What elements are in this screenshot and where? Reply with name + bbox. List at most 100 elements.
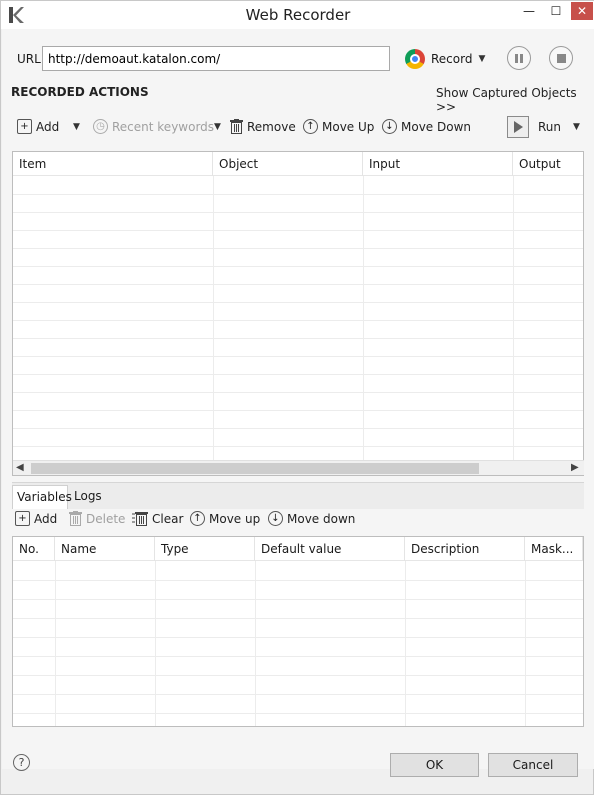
move-variable-down-button[interactable]: ↓ Move down (268, 511, 355, 526)
show-captured-objects-link[interactable]: Show Captured Objects >> (436, 86, 593, 114)
recent-keywords-button[interactable]: ◷ Recent keywords (93, 119, 214, 134)
remove-button[interactable]: Remove (230, 119, 296, 134)
table-row (13, 656, 583, 657)
clear-variables-button[interactable]: Clear (132, 511, 183, 526)
record-dropdown-icon[interactable]: ▼ (478, 54, 485, 64)
table-row (13, 266, 583, 267)
add-variable-label: Add (34, 511, 58, 526)
play-icon (507, 116, 529, 138)
column-header-no[interactable]: No. (13, 537, 55, 561)
move-variable-down-label: Move down (287, 511, 356, 526)
column-header-item[interactable]: Item (13, 152, 213, 176)
table-row (13, 713, 583, 714)
close-button[interactable]: ✕ (571, 2, 593, 20)
run-button[interactable]: Run (507, 116, 561, 138)
table-row (13, 302, 583, 303)
run-dropdown-icon[interactable]: ▼ (573, 122, 580, 132)
table-row (13, 248, 583, 249)
column-divider (155, 561, 156, 726)
table-header: Item Object Input Output (13, 152, 583, 176)
minimize-button[interactable]: — (517, 3, 541, 19)
recent-keywords-label: Recent keywords (112, 119, 215, 134)
add-action-button[interactable]: + Add (17, 119, 59, 134)
plus-icon: + (17, 119, 32, 134)
column-header-output[interactable]: Output (513, 152, 583, 176)
pause-button[interactable] (507, 46, 531, 70)
maximize-button[interactable]: ☐ (544, 3, 568, 19)
trash-icon (69, 511, 82, 526)
move-down-label: Move Down (401, 119, 471, 134)
title-bar: Web Recorder — ☐ ✕ (1, 1, 594, 29)
pause-icon (515, 53, 523, 63)
column-header-description[interactable]: Description (405, 537, 525, 561)
move-variable-up-label: Move up (209, 511, 261, 526)
scroll-right-icon[interactable]: ▶ (571, 462, 579, 473)
scrollbar-thumb[interactable] (31, 463, 479, 474)
table-row (13, 392, 583, 393)
table-row (13, 374, 583, 375)
stop-button[interactable] (549, 46, 573, 70)
chrome-browser-icon (405, 49, 425, 69)
recorded-actions-title: RECORDED ACTIONS (11, 85, 149, 99)
move-up-button[interactable]: ↑ Move Up (303, 119, 374, 134)
ok-button[interactable]: OK (390, 753, 479, 777)
table-row (13, 599, 583, 600)
help-button[interactable]: ? (13, 754, 30, 771)
table-row (13, 212, 583, 213)
remove-label: Remove (247, 119, 296, 134)
table-row (13, 637, 583, 638)
recent-keywords-dropdown-icon[interactable]: ▼ (214, 122, 221, 132)
plus-icon: + (15, 511, 30, 526)
trash-icon (230, 119, 243, 134)
column-header-default-value[interactable]: Default value (255, 537, 405, 561)
table-row (13, 356, 583, 357)
table-row (13, 446, 583, 447)
column-divider (255, 561, 256, 726)
table-row (13, 675, 583, 676)
variables-table[interactable]: No. Name Type Default value Description … (12, 536, 584, 727)
tab-logs[interactable]: Logs (70, 485, 106, 509)
tab-variables[interactable]: Variables (12, 485, 72, 509)
table-row (13, 284, 583, 285)
web-recorder-window: Web Recorder — ☐ ✕ URL Record ▼ RECORDED… (0, 0, 594, 795)
table-row (13, 428, 583, 429)
table-row (13, 410, 583, 411)
table-row (13, 194, 583, 195)
column-header-object[interactable]: Object (213, 152, 363, 176)
add-dropdown-icon[interactable]: ▼ (73, 122, 80, 132)
clear-icon (132, 512, 148, 526)
cancel-button[interactable]: Cancel (488, 753, 578, 777)
bottom-tabs: Variables Logs (12, 482, 584, 509)
move-variable-up-button[interactable]: ↑ Move up (190, 511, 260, 526)
record-button[interactable]: Record ▼ (405, 48, 485, 70)
arrow-down-icon: ↓ (382, 119, 397, 134)
table-row (13, 230, 583, 231)
column-divider (55, 561, 56, 726)
recorded-actions-table[interactable]: Item Object Input Output (12, 151, 584, 476)
history-icon: ◷ (93, 119, 108, 134)
clear-variables-label: Clear (152, 511, 184, 526)
move-up-label: Move Up (322, 119, 375, 134)
url-input[interactable] (42, 46, 390, 71)
move-down-button[interactable]: ↓ Move Down (382, 119, 471, 134)
window-title: Web Recorder (245, 6, 351, 24)
url-label: URL (17, 52, 41, 66)
column-divider (525, 561, 526, 726)
column-header-input[interactable]: Input (363, 152, 513, 176)
table-header: No. Name Type Default value Description … (13, 537, 583, 561)
add-variable-button[interactable]: + Add (15, 511, 57, 526)
arrow-up-icon: ↑ (303, 119, 318, 134)
table-row (13, 694, 583, 695)
run-label: Run (538, 120, 562, 134)
column-header-type[interactable]: Type (155, 537, 255, 561)
table-row (13, 338, 583, 339)
scroll-left-icon[interactable]: ◀ (16, 462, 24, 473)
table-row (13, 580, 583, 581)
table-row (13, 618, 583, 619)
stop-icon (556, 53, 566, 63)
column-header-name[interactable]: Name (55, 537, 155, 561)
column-header-masked[interactable]: Mask... (525, 537, 583, 561)
horizontal-scrollbar[interactable]: ◀ ▶ (13, 460, 584, 475)
delete-variable-label: Delete (86, 511, 126, 526)
delete-variable-button[interactable]: Delete (69, 511, 125, 526)
